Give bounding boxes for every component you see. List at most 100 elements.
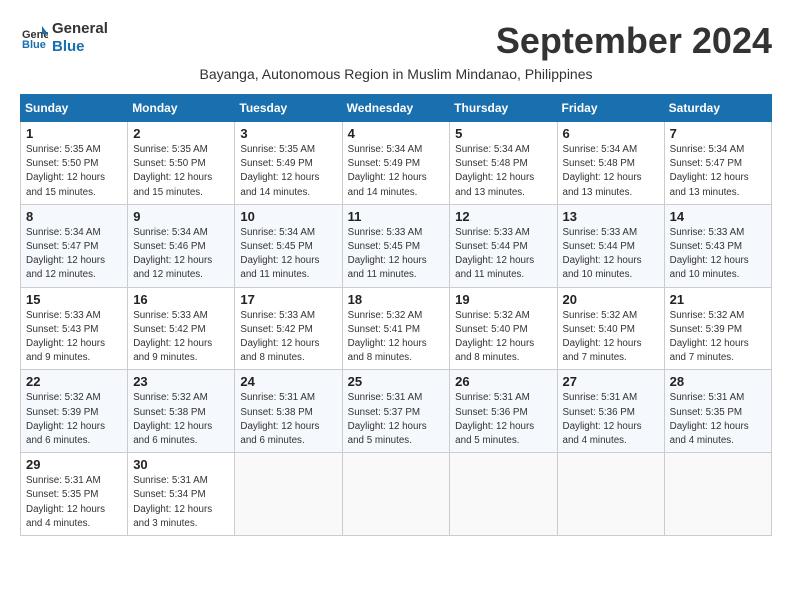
logo-blue: Blue xyxy=(52,38,108,56)
day-info: Sunrise: 5:32 AM Sunset: 5:38 PM Dayligh… xyxy=(133,391,229,448)
calendar-cell: 16 Sunrise: 5:33 AM Sunset: 5:42 PM Dayl… xyxy=(128,287,235,370)
day-number: 12 xyxy=(455,209,551,224)
calendar-cell: 15 Sunrise: 5:33 AM Sunset: 5:43 PM Dayl… xyxy=(21,287,128,370)
day-info: Sunrise: 5:34 AM Sunset: 5:48 PM Dayligh… xyxy=(455,143,551,200)
weekday-header-tuesday: Tuesday xyxy=(235,95,342,122)
calendar-cell: 23 Sunrise: 5:32 AM Sunset: 5:38 PM Dayl… xyxy=(128,370,235,453)
day-number: 26 xyxy=(455,374,551,389)
calendar-subtitle: Bayanga, Autonomous Region in Muslim Min… xyxy=(20,66,772,82)
calendar-cell xyxy=(557,453,664,536)
day-info: Sunrise: 5:31 AM Sunset: 5:35 PM Dayligh… xyxy=(670,391,766,448)
day-number: 29 xyxy=(26,457,122,472)
calendar-table: SundayMondayTuesdayWednesdayThursdayFrid… xyxy=(20,94,772,536)
day-info: Sunrise: 5:35 AM Sunset: 5:50 PM Dayligh… xyxy=(133,143,229,200)
calendar-cell: 30 Sunrise: 5:31 AM Sunset: 5:34 PM Dayl… xyxy=(128,453,235,536)
day-info: Sunrise: 5:31 AM Sunset: 5:36 PM Dayligh… xyxy=(563,391,659,448)
calendar-cell: 19 Sunrise: 5:32 AM Sunset: 5:40 PM Dayl… xyxy=(450,287,557,370)
day-number: 10 xyxy=(240,209,336,224)
day-number: 21 xyxy=(670,292,766,307)
day-number: 2 xyxy=(133,126,229,141)
day-number: 23 xyxy=(133,374,229,389)
day-info: Sunrise: 5:35 AM Sunset: 5:49 PM Dayligh… xyxy=(240,143,336,200)
day-number: 16 xyxy=(133,292,229,307)
day-number: 17 xyxy=(240,292,336,307)
day-info: Sunrise: 5:31 AM Sunset: 5:35 PM Dayligh… xyxy=(26,474,122,531)
calendar-cell xyxy=(342,453,450,536)
day-info: Sunrise: 5:33 AM Sunset: 5:43 PM Dayligh… xyxy=(26,309,122,366)
day-info: Sunrise: 5:32 AM Sunset: 5:40 PM Dayligh… xyxy=(455,309,551,366)
calendar-cell: 22 Sunrise: 5:32 AM Sunset: 5:39 PM Dayl… xyxy=(21,370,128,453)
weekday-header-sunday: Sunday xyxy=(21,95,128,122)
calendar-week-1: 1 Sunrise: 5:35 AM Sunset: 5:50 PM Dayli… xyxy=(21,122,772,205)
calendar-cell: 26 Sunrise: 5:31 AM Sunset: 5:36 PM Dayl… xyxy=(450,370,557,453)
day-number: 14 xyxy=(670,209,766,224)
day-number: 25 xyxy=(348,374,445,389)
calendar-cell: 18 Sunrise: 5:32 AM Sunset: 5:41 PM Dayl… xyxy=(342,287,450,370)
day-info: Sunrise: 5:33 AM Sunset: 5:44 PM Dayligh… xyxy=(563,226,659,283)
day-number: 15 xyxy=(26,292,122,307)
calendar-cell: 7 Sunrise: 5:34 AM Sunset: 5:47 PM Dayli… xyxy=(664,122,771,205)
calendar-cell: 6 Sunrise: 5:34 AM Sunset: 5:48 PM Dayli… xyxy=(557,122,664,205)
calendar-cell: 10 Sunrise: 5:34 AM Sunset: 5:45 PM Dayl… xyxy=(235,204,342,287)
day-number: 27 xyxy=(563,374,659,389)
day-number: 28 xyxy=(670,374,766,389)
day-info: Sunrise: 5:34 AM Sunset: 5:45 PM Dayligh… xyxy=(240,226,336,283)
day-number: 9 xyxy=(133,209,229,224)
day-info: Sunrise: 5:31 AM Sunset: 5:38 PM Dayligh… xyxy=(240,391,336,448)
day-number: 19 xyxy=(455,292,551,307)
logo-icon: General Blue xyxy=(20,24,48,52)
calendar-cell: 9 Sunrise: 5:34 AM Sunset: 5:46 PM Dayli… xyxy=(128,204,235,287)
day-number: 30 xyxy=(133,457,229,472)
day-number: 1 xyxy=(26,126,122,141)
month-title: September 2024 xyxy=(496,20,772,62)
day-info: Sunrise: 5:31 AM Sunset: 5:37 PM Dayligh… xyxy=(348,391,445,448)
day-info: Sunrise: 5:32 AM Sunset: 5:41 PM Dayligh… xyxy=(348,309,445,366)
day-info: Sunrise: 5:34 AM Sunset: 5:46 PM Dayligh… xyxy=(133,226,229,283)
day-info: Sunrise: 5:32 AM Sunset: 5:40 PM Dayligh… xyxy=(563,309,659,366)
svg-text:Blue: Blue xyxy=(22,39,46,51)
calendar-cell xyxy=(450,453,557,536)
day-number: 3 xyxy=(240,126,336,141)
calendar-week-5: 29 Sunrise: 5:31 AM Sunset: 5:35 PM Dayl… xyxy=(21,453,772,536)
day-info: Sunrise: 5:33 AM Sunset: 5:43 PM Dayligh… xyxy=(670,226,766,283)
day-info: Sunrise: 5:34 AM Sunset: 5:48 PM Dayligh… xyxy=(563,143,659,200)
calendar-cell xyxy=(664,453,771,536)
calendar-cell: 25 Sunrise: 5:31 AM Sunset: 5:37 PM Dayl… xyxy=(342,370,450,453)
day-info: Sunrise: 5:32 AM Sunset: 5:39 PM Dayligh… xyxy=(670,309,766,366)
calendar-cell: 4 Sunrise: 5:34 AM Sunset: 5:49 PM Dayli… xyxy=(342,122,450,205)
day-info: Sunrise: 5:33 AM Sunset: 5:45 PM Dayligh… xyxy=(348,226,445,283)
weekday-header-monday: Monday xyxy=(128,95,235,122)
logo-general: General xyxy=(52,20,108,38)
day-number: 7 xyxy=(670,126,766,141)
day-number: 24 xyxy=(240,374,336,389)
calendar-cell: 2 Sunrise: 5:35 AM Sunset: 5:50 PM Dayli… xyxy=(128,122,235,205)
calendar-week-4: 22 Sunrise: 5:32 AM Sunset: 5:39 PM Dayl… xyxy=(21,370,772,453)
calendar-cell: 8 Sunrise: 5:34 AM Sunset: 5:47 PM Dayli… xyxy=(21,204,128,287)
day-number: 22 xyxy=(26,374,122,389)
calendar-cell: 12 Sunrise: 5:33 AM Sunset: 5:44 PM Dayl… xyxy=(450,204,557,287)
calendar-cell: 27 Sunrise: 5:31 AM Sunset: 5:36 PM Dayl… xyxy=(557,370,664,453)
day-number: 11 xyxy=(348,209,445,224)
calendar-cell: 21 Sunrise: 5:32 AM Sunset: 5:39 PM Dayl… xyxy=(664,287,771,370)
day-info: Sunrise: 5:35 AM Sunset: 5:50 PM Dayligh… xyxy=(26,143,122,200)
calendar-cell: 29 Sunrise: 5:31 AM Sunset: 5:35 PM Dayl… xyxy=(21,453,128,536)
calendar-cell: 28 Sunrise: 5:31 AM Sunset: 5:35 PM Dayl… xyxy=(664,370,771,453)
day-number: 6 xyxy=(563,126,659,141)
weekday-header-thursday: Thursday xyxy=(450,95,557,122)
weekday-header-saturday: Saturday xyxy=(664,95,771,122)
day-number: 13 xyxy=(563,209,659,224)
logo: General Blue General Blue xyxy=(20,20,108,56)
day-number: 18 xyxy=(348,292,445,307)
day-number: 8 xyxy=(26,209,122,224)
day-number: 5 xyxy=(455,126,551,141)
day-number: 20 xyxy=(563,292,659,307)
calendar-cell: 13 Sunrise: 5:33 AM Sunset: 5:44 PM Dayl… xyxy=(557,204,664,287)
day-info: Sunrise: 5:31 AM Sunset: 5:36 PM Dayligh… xyxy=(455,391,551,448)
calendar-cell: 17 Sunrise: 5:33 AM Sunset: 5:42 PM Dayl… xyxy=(235,287,342,370)
calendar-cell: 3 Sunrise: 5:35 AM Sunset: 5:49 PM Dayli… xyxy=(235,122,342,205)
day-info: Sunrise: 5:31 AM Sunset: 5:34 PM Dayligh… xyxy=(133,474,229,531)
day-info: Sunrise: 5:33 AM Sunset: 5:42 PM Dayligh… xyxy=(133,309,229,366)
day-info: Sunrise: 5:32 AM Sunset: 5:39 PM Dayligh… xyxy=(26,391,122,448)
calendar-cell: 11 Sunrise: 5:33 AM Sunset: 5:45 PM Dayl… xyxy=(342,204,450,287)
day-info: Sunrise: 5:33 AM Sunset: 5:44 PM Dayligh… xyxy=(455,226,551,283)
